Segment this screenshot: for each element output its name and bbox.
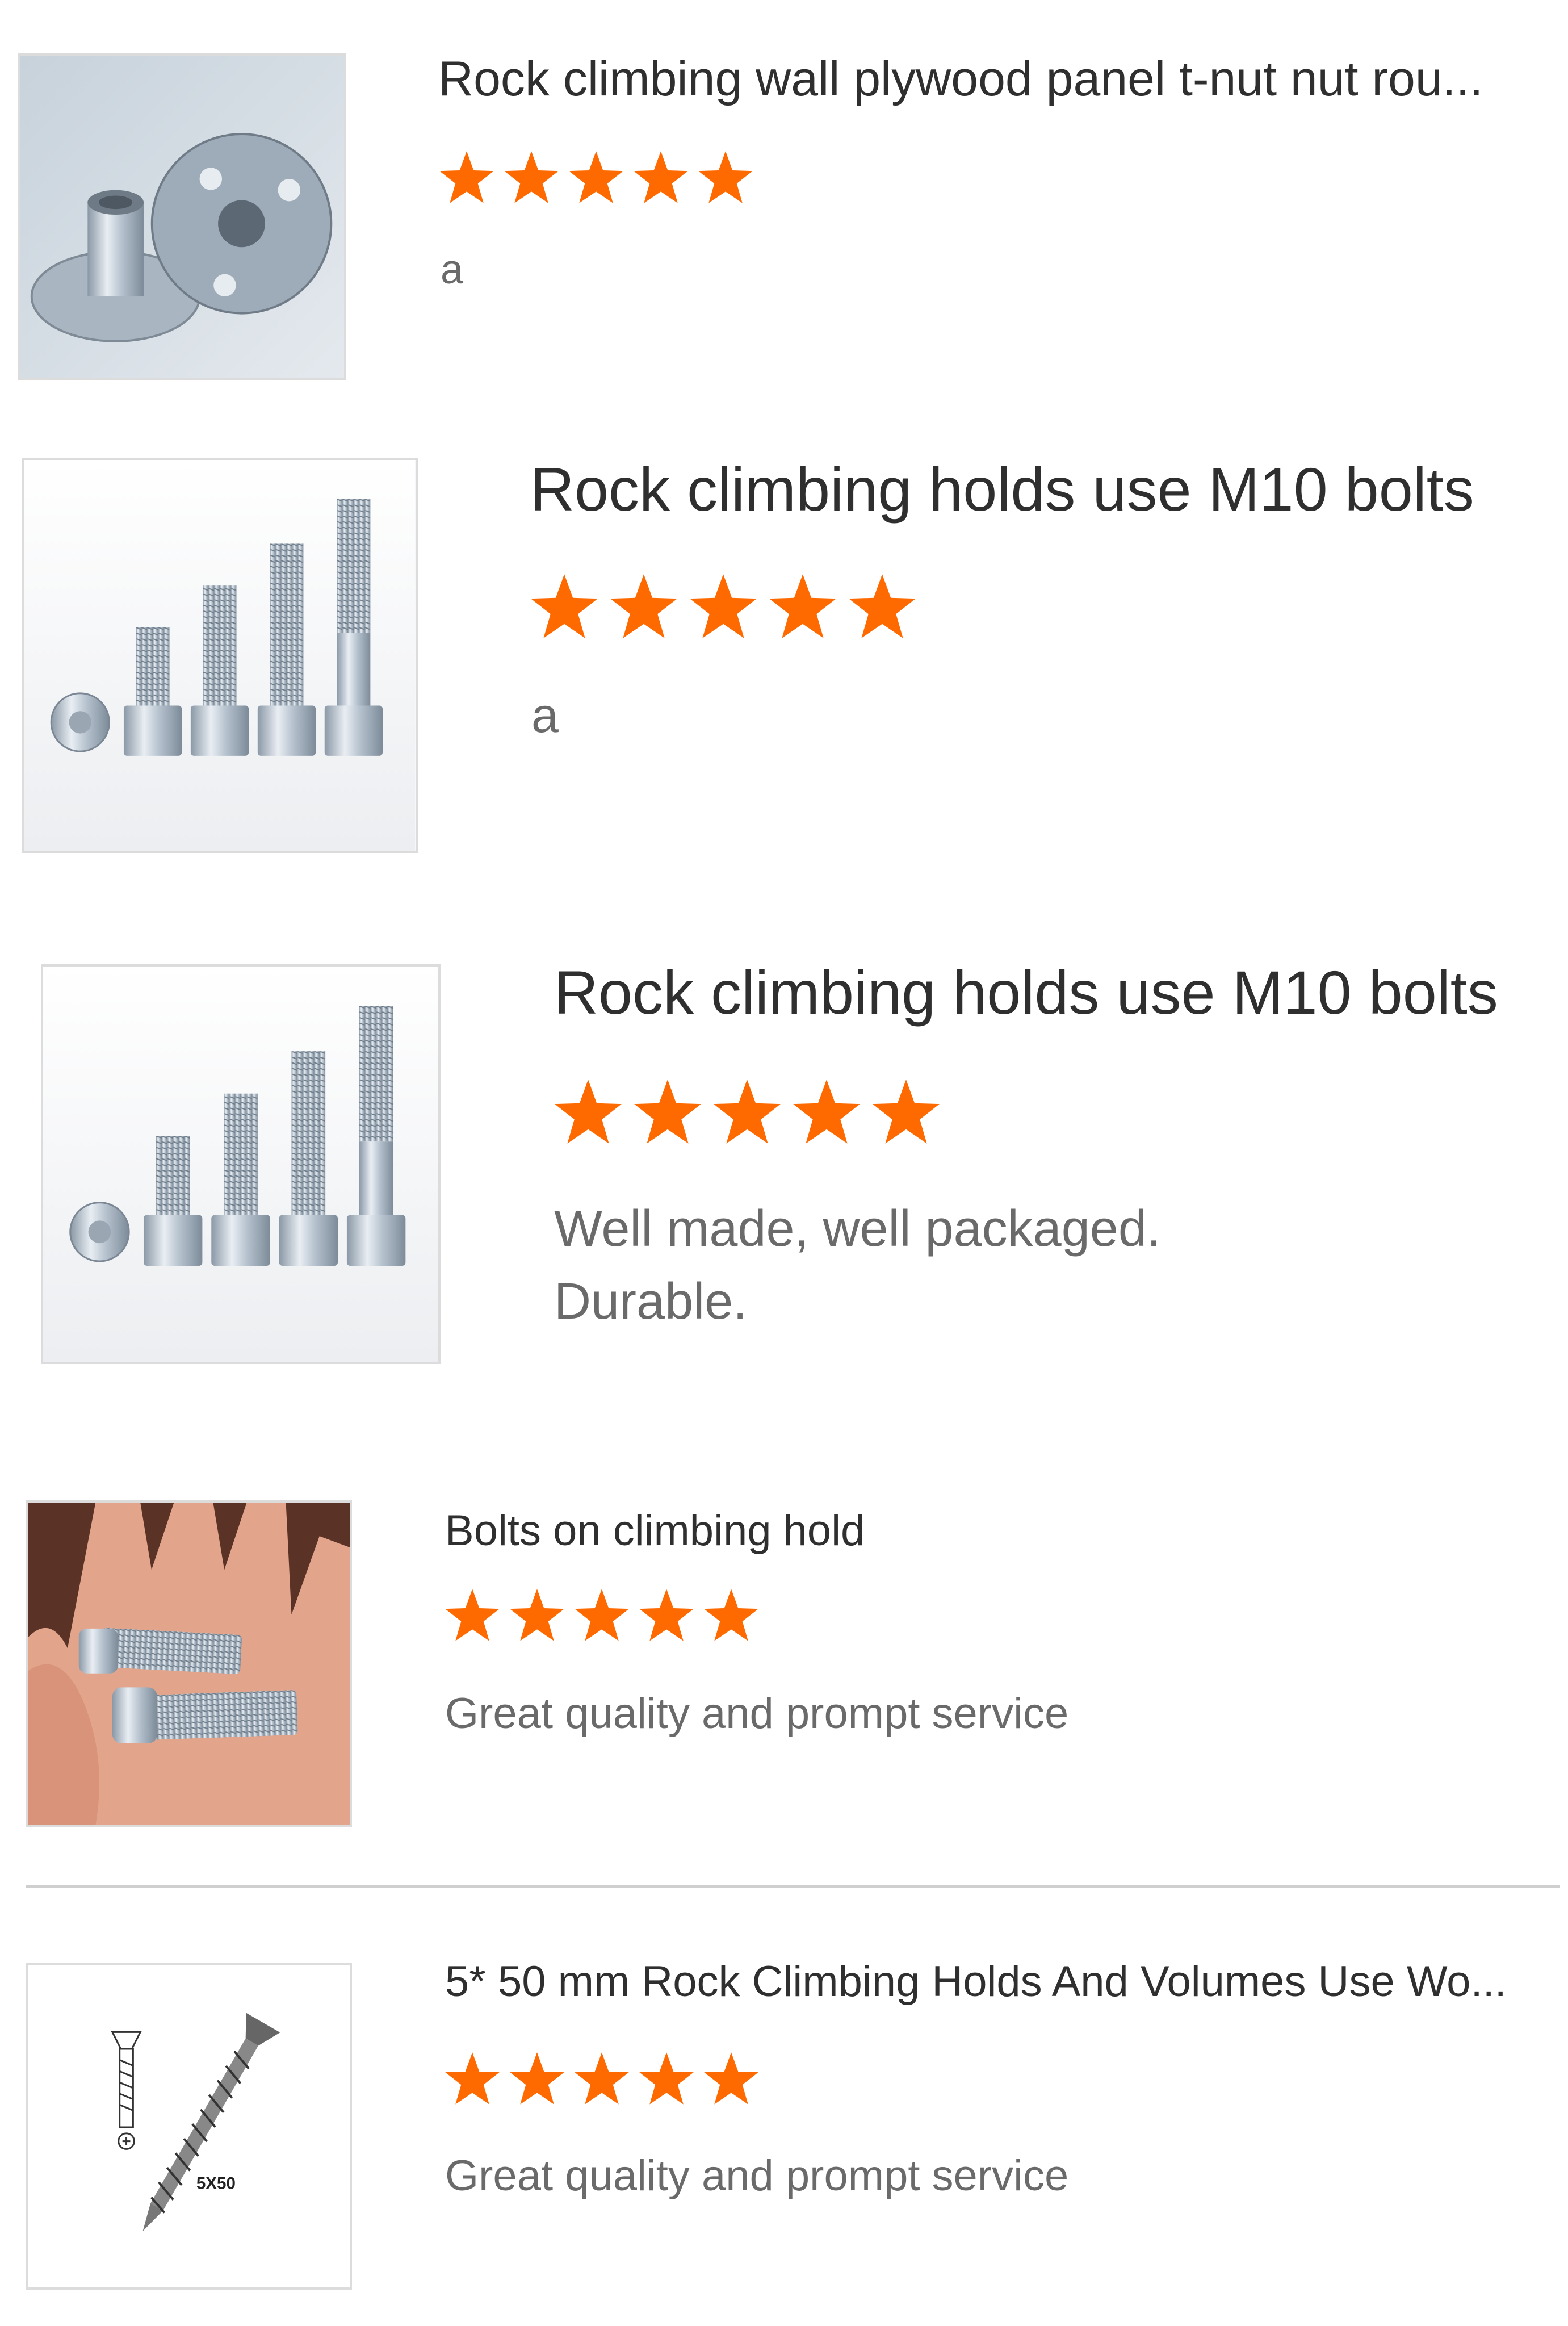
star-icon <box>639 2052 694 2105</box>
star-icon <box>634 1080 701 1144</box>
star-icon <box>769 574 836 638</box>
review-text: a <box>441 247 464 292</box>
star-icon <box>690 574 757 638</box>
star-rating <box>528 571 919 644</box>
star-rating <box>552 1077 942 1149</box>
star-icon <box>504 151 559 203</box>
star-icon <box>849 574 916 638</box>
star-rating <box>437 149 755 208</box>
product-thumbnail[interactable] <box>41 964 441 1364</box>
bolts-in-hand-image <box>28 1503 350 1825</box>
star-icon <box>569 151 623 203</box>
product-thumbnail[interactable]: 5X50 <box>26 1963 352 2290</box>
product-title[interactable]: Rock climbing wall plywood panel t-nut n… <box>438 48 1551 110</box>
review-item[interactable]: Bolts on climbing hold Great quality and… <box>0 1488 1568 1897</box>
star-icon <box>634 151 688 203</box>
product-thumbnail[interactable] <box>26 1500 352 1827</box>
star-icon <box>445 2052 500 2105</box>
review-item[interactable]: 5X50 5* 50 mm Rock Climbing Holds And Vo… <box>0 1953 1568 2306</box>
review-text: a <box>531 688 559 743</box>
review-item[interactable]: Rock climbing wall plywood panel t-nut n… <box>0 0 1568 398</box>
divider <box>26 1885 1560 1888</box>
product-title[interactable]: Bolts on climbing hold <box>445 1503 1546 1559</box>
star-icon <box>610 574 677 638</box>
star-rating <box>443 1587 761 1646</box>
image-caption: 5X50 <box>196 2174 236 2193</box>
t-nut-image <box>20 56 344 378</box>
star-icon <box>510 2052 564 2105</box>
star-icon <box>445 1589 500 1641</box>
star-icon <box>793 1080 860 1144</box>
star-icon <box>531 574 598 638</box>
star-icon <box>704 1589 758 1641</box>
bolts-image <box>24 460 416 851</box>
star-icon <box>555 1080 622 1144</box>
product-title[interactable]: Rock climbing holds use M10 bolts <box>554 954 1559 1031</box>
product-thumbnail[interactable] <box>18 53 346 380</box>
product-thumbnail[interactable] <box>22 458 418 853</box>
star-icon <box>714 1080 781 1144</box>
product-title[interactable]: Rock climbing holds use M10 bolts <box>530 451 1552 528</box>
star-rating <box>443 2050 761 2109</box>
review-text: Well made, well packaged. Durable. <box>554 1200 1161 1330</box>
wood-screw-image: 5X50 <box>28 1965 350 2287</box>
star-icon <box>510 1589 564 1641</box>
review-text: Great quality and prompt service <box>445 2152 1069 2200</box>
star-icon <box>639 1589 694 1641</box>
star-icon <box>575 2052 629 2105</box>
star-icon <box>873 1080 940 1144</box>
star-icon <box>439 151 494 203</box>
star-icon <box>698 151 753 203</box>
review-item[interactable]: Rock climbing holds use M10 bolts a <box>0 443 1568 875</box>
product-title[interactable]: 5* 50 mm Rock Climbing Holds And Volumes… <box>445 1953 1546 2010</box>
star-icon <box>704 2052 758 2105</box>
bolts-image <box>43 967 438 1362</box>
star-icon <box>575 1589 629 1641</box>
review-text: Great quality and prompt service <box>445 1689 1069 1738</box>
review-item[interactable]: Rock climbing holds use M10 bolts Well m… <box>0 954 1568 1374</box>
